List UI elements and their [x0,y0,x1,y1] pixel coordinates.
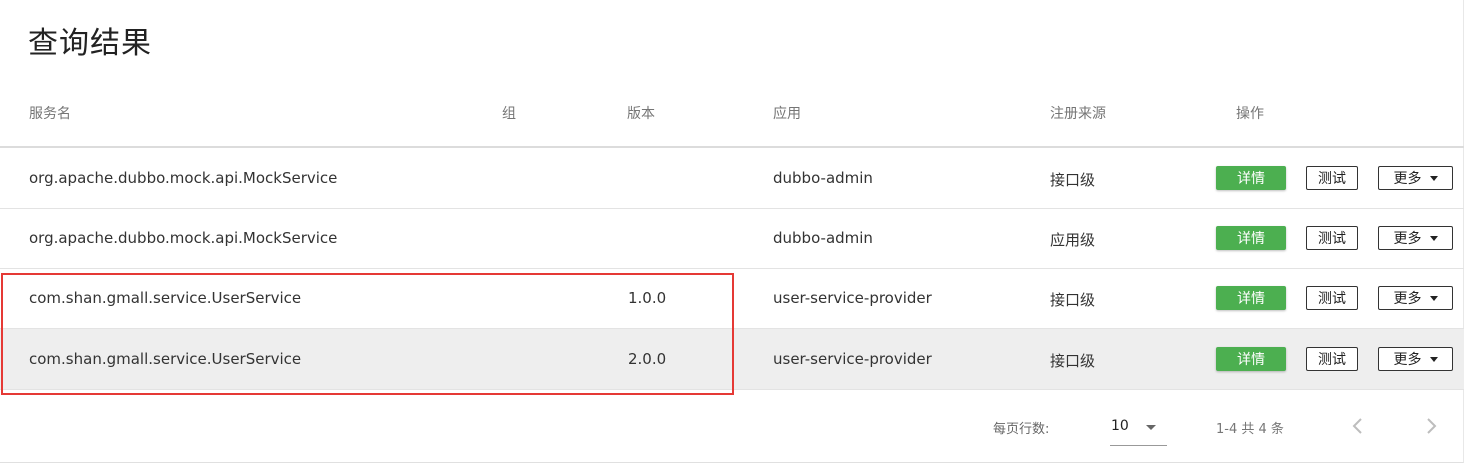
column-header-app[interactable]: 应用 [773,103,801,123]
source-cell: 接口级 [1050,291,1096,309]
detail-button[interactable]: 详情 [1216,166,1286,190]
column-header-group[interactable]: 组 [502,103,516,123]
caret-down-icon [1429,295,1438,301]
caret-down-icon [1429,175,1438,181]
dropdown-arrow-icon [1146,425,1156,430]
app-cell: user-service-provider [773,289,932,307]
app-cell: dubbo-admin [773,169,873,187]
source-cell: 接口级 [1050,352,1096,370]
source-cell: 接口级 [1050,171,1096,189]
table-row: com.shan.gmall.service.UserService 2.0.0… [0,329,1464,390]
column-header-ops: 操作 [1236,106,1264,122]
caret-down-icon [1429,356,1438,362]
table-header: 服务名 组 版本 应用 注册来源 操作 [0,88,1464,148]
table-row: org.apache.dubbo.mock.api.MockService du… [0,209,1464,269]
table-row: com.shan.gmall.service.UserService 1.0.0… [0,269,1464,329]
app-cell: user-service-provider [773,350,932,368]
page-title: 查询结果 [28,26,152,61]
more-button-label: 更多 [1393,352,1422,368]
more-button[interactable]: 更多 [1378,347,1453,371]
table-row: org.apache.dubbo.mock.api.MockService du… [0,149,1464,209]
service-name-cell: org.apache.dubbo.mock.api.MockService [29,229,338,247]
query-results-card: 查询结果 服务名 组 版本 应用 注册来源 操作 org.apache.dubb… [0,0,1464,463]
chevron-right-icon [1427,418,1437,434]
service-name-cell: org.apache.dubbo.mock.api.MockService [29,169,338,187]
test-button[interactable]: 测试 [1306,226,1358,250]
app-cell: dubbo-admin [773,229,873,247]
more-button[interactable]: 更多 [1378,166,1453,190]
next-page-button[interactable] [1419,414,1443,438]
more-button-label: 更多 [1393,291,1422,307]
rows-per-page-label: 每页行数: [993,422,1050,437]
more-button-label: 更多 [1393,171,1422,187]
service-name-cell: com.shan.gmall.service.UserService [29,289,302,307]
version-cell: 1.0.0 [628,289,667,307]
version-cell: 2.0.0 [628,350,667,368]
caret-down-icon [1429,235,1438,241]
chevron-left-icon [1352,418,1362,434]
source-cell: 应用级 [1050,231,1096,249]
detail-button[interactable]: 详情 [1216,347,1286,371]
rows-per-page-value: 10 [1111,418,1129,434]
rows-per-page-select[interactable]: 10 [1110,412,1167,446]
more-button-label: 更多 [1393,231,1422,247]
service-name-cell: com.shan.gmall.service.UserService [29,350,302,368]
page-range-text: 1-4 共 4 条 [1216,422,1284,437]
test-button[interactable]: 测试 [1306,286,1358,310]
more-button[interactable]: 更多 [1378,286,1453,310]
pagination-bar: 每页行数: 10 1-4 共 4 条 [0,392,1464,462]
test-button[interactable]: 测试 [1306,166,1358,190]
detail-button[interactable]: 详情 [1216,226,1286,250]
test-button[interactable]: 测试 [1306,347,1358,371]
prev-page-button[interactable] [1346,414,1370,438]
column-header-source[interactable]: 注册来源 [1050,103,1106,123]
column-header-service[interactable]: 服务名 [29,103,71,123]
detail-button[interactable]: 详情 [1216,286,1286,310]
more-button[interactable]: 更多 [1378,226,1453,250]
column-header-version[interactable]: 版本 [627,103,655,123]
